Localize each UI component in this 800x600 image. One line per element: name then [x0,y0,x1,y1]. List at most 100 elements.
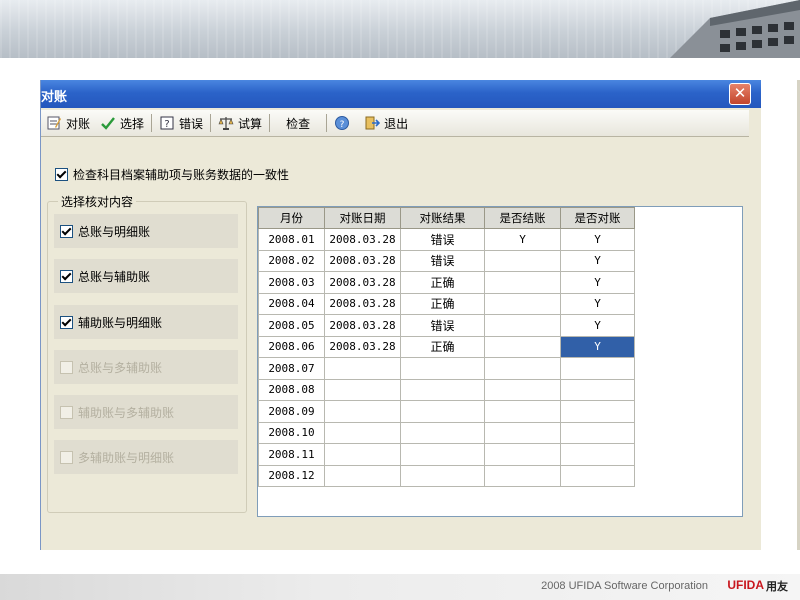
cell-closed[interactable] [484,292,561,315]
cell-closed[interactable] [484,378,561,401]
cell-reconciled[interactable]: Y [560,249,635,272]
table-row[interactable]: 2008.09 [258,400,635,423]
column-header-month[interactable]: 月份 [258,207,325,229]
cell-closed[interactable]: Y [484,228,561,251]
table-row[interactable]: 2008.10 [258,421,635,444]
cell-reconciled[interactable] [560,378,635,401]
table-row[interactable]: 2008.07 [258,357,635,380]
toolbar-select-button[interactable]: 选择 [95,112,149,134]
option-gl-detail[interactable]: 总账与明细账 [54,214,238,248]
cell-month[interactable]: 2008.01 [258,228,325,251]
cell-reconciled[interactable] [560,443,635,466]
cell-month[interactable]: 2008.06 [258,335,325,358]
cell-date[interactable]: 2008.03.28 [324,249,401,272]
consistency-checkbox[interactable] [55,167,68,181]
cell-result[interactable] [400,400,485,423]
cell-month[interactable]: 2008.10 [258,421,325,444]
option-label: 多辅助账与明细账 [78,450,175,465]
cell-month[interactable]: 2008.09 [258,400,325,423]
cell-month[interactable]: 2008.04 [258,292,325,315]
cell-closed[interactable] [484,464,561,487]
toolbar-reconcile-button[interactable]: 对账 [41,112,95,134]
option-gl-aux[interactable]: 总账与辅助账 [54,259,238,293]
option-aux-detail[interactable]: 辅助账与明细账 [54,305,238,339]
cell-date[interactable] [324,443,401,466]
cell-closed[interactable] [484,421,561,444]
cell-date[interactable]: 2008.03.28 [324,228,401,251]
cell-date[interactable]: 2008.03.28 [324,292,401,315]
cell-result[interactable]: 正确 [400,335,485,358]
cell-date[interactable] [324,421,401,444]
cell-date[interactable]: 2008.03.28 [324,335,401,358]
toolbar-check-button[interactable]: 检查 [272,112,324,134]
cell-month[interactable]: 2008.05 [258,314,325,337]
cell-reconciled[interactable] [560,464,635,487]
cell-month[interactable]: 2008.12 [258,464,325,487]
cell-month[interactable]: 2008.02 [258,249,325,272]
column-header-result[interactable]: 对账结果 [400,207,485,229]
table-row[interactable]: 2008.04 2008.03.28 正确 Y [258,292,635,315]
cell-date[interactable] [324,378,401,401]
option-checkbox[interactable] [60,224,73,238]
toolbar-separator [151,114,153,132]
cell-reconciled[interactable]: Y [560,292,635,315]
table-row[interactable]: 2008.08 [258,378,635,401]
cell-month[interactable]: 2008.11 [258,443,325,466]
reconcile-content-group: 选择核对内容 总账与明细账 总账与辅助账 辅助账与明细账 总账与多辅助账 辅助账… [47,193,247,513]
cell-result[interactable]: 错误 [400,249,485,272]
cell-reconciled[interactable] [560,421,635,444]
option-checkbox[interactable] [60,269,73,283]
cell-closed[interactable] [484,357,561,380]
cell-closed[interactable] [484,314,561,337]
close-button[interactable]: ✕ [729,83,751,105]
table-row[interactable]: 2008.06 2008.03.28 正确 Y [258,335,635,358]
table-row[interactable]: 2008.11 [258,443,635,466]
cell-result[interactable] [400,357,485,380]
cell-result[interactable] [400,378,485,401]
cell-closed[interactable] [484,443,561,466]
cell-month[interactable]: 2008.08 [258,378,325,401]
table-row[interactable]: 2008.01 2008.03.28 错误 Y Y [258,228,635,251]
toolbar-trial-label: 试算 [238,116,263,131]
toolbar-error-button[interactable]: ? 错误 [154,112,208,134]
cell-month[interactable]: 2008.03 [258,271,325,294]
column-header-date[interactable]: 对账日期 [324,207,401,229]
cell-month[interactable]: 2008.07 [258,357,325,380]
toolbar-exit-button[interactable]: 退出 [359,112,413,134]
option-checkbox [60,360,73,374]
table-row[interactable]: 2008.02 2008.03.28 错误 Y [258,249,635,272]
cell-date[interactable] [324,357,401,380]
table-row[interactable]: 2008.03 2008.03.28 正确 Y [258,271,635,294]
cell-reconciled[interactable]: Y [560,335,635,358]
cell-reconciled[interactable]: Y [560,228,635,251]
cell-date[interactable] [324,464,401,487]
cell-result[interactable]: 正确 [400,292,485,315]
cell-result[interactable]: 错误 [400,228,485,251]
cell-closed[interactable] [484,400,561,423]
dialog-titlebar[interactable]: 对账 ✕ [41,80,761,108]
cell-date[interactable] [324,400,401,423]
cell-result[interactable]: 正确 [400,271,485,294]
cell-reconciled[interactable] [560,400,635,423]
consistency-check-option[interactable]: 检查科目档案辅助项与账务数据的一致性 [55,166,289,182]
toolbar-trial-button[interactable]: 试算 [213,112,267,134]
cell-result[interactable]: 错误 [400,314,485,337]
cell-closed[interactable] [484,335,561,358]
cell-reconciled[interactable]: Y [560,271,635,294]
table-row[interactable]: 2008.05 2008.03.28 错误 Y [258,314,635,337]
cell-reconciled[interactable]: Y [560,314,635,337]
table-row[interactable]: 2008.12 [258,464,635,487]
cell-date[interactable]: 2008.03.28 [324,314,401,337]
option-checkbox[interactable] [60,315,73,329]
cell-reconciled[interactable] [560,357,635,380]
grid-body: 2008.01 2008.03.28 错误 Y Y 2008.02 2008.03.28 错误… [258,228,635,487]
cell-result[interactable] [400,443,485,466]
cell-closed[interactable] [484,249,561,272]
cell-closed[interactable] [484,271,561,294]
column-header-reconciled[interactable]: 是否对账 [560,207,635,229]
cell-result[interactable] [400,464,485,487]
cell-date[interactable]: 2008.03.28 [324,271,401,294]
column-header-closed[interactable]: 是否结账 [484,207,561,229]
toolbar-info-button[interactable]: ? [329,112,359,134]
cell-result[interactable] [400,421,485,444]
